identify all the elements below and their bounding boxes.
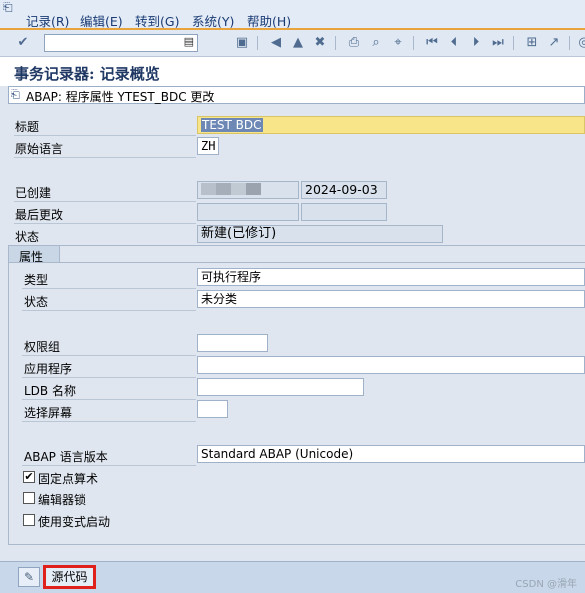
menu-help[interactable]: 帮助(H)	[247, 11, 291, 30]
abap-version-select[interactable]: Standard ABAP (Unicode)	[197, 445, 585, 463]
changed-date-field	[301, 203, 387, 221]
ldb-name-field[interactable]	[197, 378, 364, 396]
command-field[interactable]: ▤	[44, 34, 198, 52]
variant-start-checkbox[interactable]	[23, 514, 35, 526]
created-label: 已创建	[15, 186, 52, 200]
abap-version-label: ABAP 语言版本	[24, 450, 108, 464]
ldb-name-label: LDB 名称	[24, 384, 76, 398]
status-field: 新建(已修订)	[197, 225, 443, 243]
created-date-value: 2024-09-03	[305, 182, 378, 197]
menu-record[interactable]: 记录(R)	[26, 11, 69, 30]
original-language-value: ZH	[201, 139, 216, 153]
original-language-label: 原始语言	[15, 142, 64, 156]
title-label: 标题	[15, 120, 40, 134]
next-page-icon[interactable]: ⏵	[468, 35, 484, 51]
created-date-field: 2024-09-03	[301, 181, 387, 199]
find-icon[interactable]: ⌕	[368, 35, 384, 51]
label-underline	[22, 288, 196, 289]
page-title: 事务记录器: 记录概览	[14, 65, 160, 83]
screen-icon: ⎗	[11, 88, 20, 101]
label-underline	[22, 377, 196, 378]
last-changed-label: 最后更改	[15, 208, 64, 222]
find-next-icon[interactable]: ⌖	[390, 35, 406, 51]
label-underline	[22, 465, 196, 466]
application-field[interactable]	[197, 356, 585, 374]
attr-status-field[interactable]: 未分类	[197, 290, 585, 308]
toolbar-separator	[335, 36, 336, 50]
layout-icon[interactable]: ⊞	[524, 35, 540, 51]
fixed-point-checkbox[interactable]: ✔	[23, 471, 35, 483]
last-page-icon[interactable]: ⏭	[490, 35, 506, 51]
auth-group-label: 权限组	[24, 340, 61, 354]
check-icon[interactable]: ✔	[15, 35, 31, 51]
fixed-point-label: 固定点算术	[38, 472, 99, 486]
watermark: CSDN @滑年	[515, 579, 577, 590]
toolbar-separator	[569, 36, 570, 50]
label-underline	[22, 421, 196, 422]
toolbar-separator	[513, 36, 514, 50]
status-label: 状态	[15, 230, 40, 244]
attributes-tab: 属性	[8, 245, 60, 264]
history-icon[interactable]: ▤	[184, 35, 194, 48]
customize-icon[interactable]: ◎	[576, 35, 585, 51]
selection-screen-label: 选择屏幕	[24, 406, 73, 420]
redacted-user-block	[201, 183, 261, 195]
cancel-icon[interactable]: ✖	[312, 35, 328, 51]
toolbar-separator	[413, 36, 414, 50]
created-by-field	[197, 181, 299, 199]
changed-by-field	[197, 203, 299, 221]
type-label: 类型	[24, 273, 49, 287]
menu-bar: ⎗ 记录(R) 编辑(E) 转到(G) 系统(Y) 帮助(H)	[0, 0, 585, 30]
title-field[interactable]: TEST BDC	[197, 116, 585, 134]
attributes-header-line	[8, 262, 585, 263]
variant-start-label: 使用变式启动	[38, 515, 111, 529]
toolbar-separator	[257, 36, 258, 50]
title-value: TEST BDC	[201, 118, 263, 132]
editor-lock-checkbox[interactable]	[23, 492, 35, 504]
abap-version-value: Standard ABAP (Unicode)	[201, 447, 354, 461]
label-underline	[22, 355, 196, 356]
label-underline	[22, 399, 196, 400]
label-underline	[14, 135, 196, 136]
status-value: 新建(已修订)	[201, 226, 277, 241]
print-icon[interactable]: ⎙	[346, 35, 362, 51]
source-code-button[interactable]: 源代码	[43, 565, 96, 589]
prev-page-icon[interactable]: ⏴	[446, 35, 462, 51]
app-icon[interactable]: ⎗	[3, 0, 17, 14]
application-label: 应用程序	[24, 362, 73, 376]
label-underline	[14, 223, 196, 224]
menu-system[interactable]: 系统(Y)	[192, 11, 234, 30]
menu-goto[interactable]: 转到(G)	[135, 11, 179, 30]
application-toolbar: ✎ 源代码 CSDN @滑年	[0, 561, 585, 593]
attr-status-label: 状态	[24, 295, 49, 309]
standard-toolbar: ✔ ▤ ▣ ◀ ▲ ✖ ⎙ ⌕ ⌖ ⏮ ⏴ ⏵ ⏭ ⊞ ↗ ◎	[0, 30, 585, 57]
screen-title-bar: 事务记录器: 记录概览	[0, 57, 585, 86]
type-value: 可执行程序	[201, 270, 262, 284]
editor-lock-label: 编辑器锁	[38, 493, 87, 507]
screen-subheading: ⎗ ABAP: 程序属性 YTEST_BDC 更改	[8, 86, 585, 104]
menu-edit[interactable]: 编辑(E)	[80, 11, 123, 30]
back-icon[interactable]: ◀	[268, 35, 284, 51]
auth-group-field[interactable]	[197, 334, 268, 352]
subheading-text: ABAP: 程序属性 YTEST_BDC 更改	[26, 90, 215, 104]
type-field[interactable]: 可执行程序	[197, 268, 585, 286]
selection-screen-field[interactable]	[197, 400, 228, 418]
save-icon[interactable]: ▣	[234, 35, 250, 51]
label-underline	[14, 157, 196, 158]
original-language-field[interactable]: ZH	[197, 137, 219, 155]
help-icon[interactable]: ↗	[546, 35, 562, 51]
label-underline	[14, 201, 196, 202]
label-underline	[22, 310, 196, 311]
edit-pencil-icon[interactable]: ✎	[18, 567, 40, 587]
source-code-label: 源代码	[51, 570, 88, 584]
attr-status-value: 未分类	[201, 292, 238, 306]
first-page-icon[interactable]: ⏮	[424, 35, 440, 51]
exit-icon[interactable]: ▲	[290, 35, 306, 51]
